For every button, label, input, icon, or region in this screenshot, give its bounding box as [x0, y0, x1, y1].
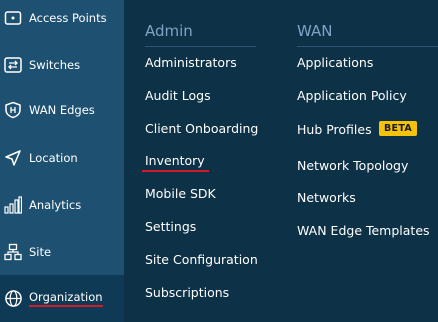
sidebar-item-access-points[interactable]: Access Points [0, 0, 124, 41]
menu-item-applications[interactable]: Applications [297, 55, 373, 70]
beta-badge: BETA [379, 121, 418, 136]
analytics-icon [3, 195, 23, 215]
menu-item-subscriptions[interactable]: Subscriptions [145, 285, 229, 300]
organization-icon [3, 289, 23, 309]
menu-item-wan-edge-templates[interactable]: WAN Edge Templates [297, 223, 430, 238]
menu-item-settings[interactable]: Settings [145, 219, 196, 234]
access-points-icon [3, 8, 23, 28]
sidebar-item-label: Location [29, 150, 78, 165]
switches-icon [3, 55, 23, 75]
wan-divider [297, 46, 438, 47]
sidebar-item-label: Analytics [29, 197, 82, 212]
organization-menu: Admin Administrators Audit Logs Client O… [124, 0, 438, 320]
sidebar-item-label: Access Points [29, 10, 107, 25]
sidebar: Access Points Switches WAN Edges Locatio… [0, 0, 124, 322]
sidebar-item-organization[interactable]: Organization [0, 275, 124, 322]
sidebar-item-label: WAN Edges [29, 102, 95, 117]
menu-item-client-onboarding[interactable]: Client Onboarding [145, 121, 258, 136]
menu-item-inventory[interactable]: Inventory [145, 153, 205, 168]
sidebar-item-label: Organization [29, 290, 103, 307]
sidebar-item-analytics[interactable]: Analytics [0, 181, 124, 228]
admin-divider [145, 46, 256, 47]
wan-edges-icon [3, 100, 23, 120]
sidebar-item-label: Switches [29, 57, 81, 72]
sidebar-item-location[interactable]: Location [0, 134, 124, 181]
admin-heading: Admin [145, 22, 193, 40]
wan-heading: WAN [297, 22, 333, 40]
menu-item-site-configuration[interactable]: Site Configuration [145, 252, 258, 267]
menu-item-networks[interactable]: Networks [297, 190, 356, 205]
sidebar-item-site[interactable]: Site [0, 228, 124, 275]
menu-item-hub-profiles[interactable]: Hub Profiles [297, 122, 372, 137]
site-icon [3, 242, 23, 262]
menu-item-network-topology[interactable]: Network Topology [297, 158, 408, 173]
menu-item-mobile-sdk[interactable]: Mobile SDK [145, 186, 216, 201]
menu-item-application-policy[interactable]: Application Policy [297, 88, 407, 103]
menu-item-audit-logs[interactable]: Audit Logs [145, 88, 211, 103]
menu-item-administrators[interactable]: Administrators [145, 55, 237, 70]
sidebar-item-switches[interactable]: Switches [0, 41, 124, 88]
inventory-underline [142, 170, 209, 172]
sidebar-item-label: Site [29, 244, 52, 259]
sidebar-item-wan-edges[interactable]: WAN Edges [0, 86, 124, 133]
location-icon [3, 148, 23, 168]
